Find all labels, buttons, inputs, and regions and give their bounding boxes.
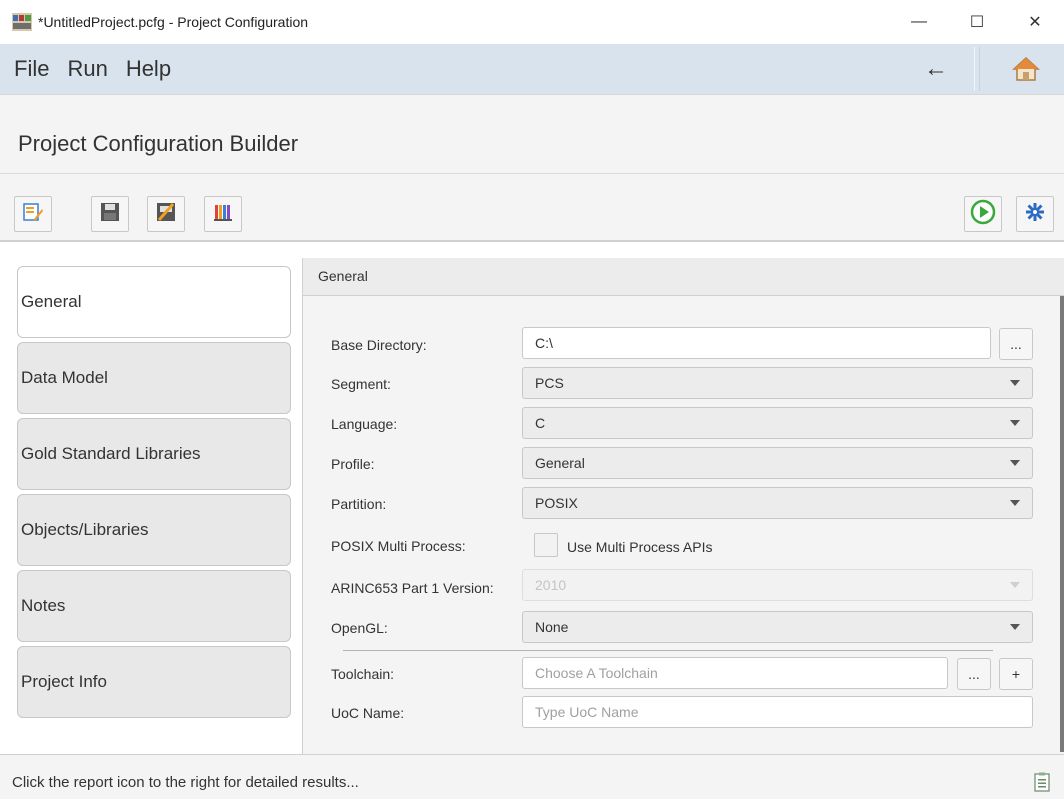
validate-icon [155, 201, 177, 228]
uoc-name-input[interactable]: Type UoC Name [522, 696, 1033, 728]
section-title: General [318, 268, 368, 284]
profile-select[interactable]: General [522, 447, 1033, 479]
menu-help[interactable]: Help [126, 56, 171, 82]
minimize-button[interactable]: — [890, 0, 948, 44]
uoc-name-label: UoC Name: [331, 705, 405, 721]
edit-config-button[interactable] [14, 196, 52, 232]
arinc-version-select[interactable]: 2010 [522, 569, 1033, 601]
validate-button[interactable] [147, 196, 185, 232]
menu-run[interactable]: Run [67, 56, 107, 82]
toolchain-label: Toolchain: [331, 666, 395, 682]
language-value: C [535, 415, 546, 431]
base-directory-value: C:\ [535, 335, 553, 351]
language-select[interactable]: C [522, 407, 1033, 439]
arinc-version-value: 2010 [535, 577, 567, 593]
header-divider [0, 173, 1064, 174]
partition-select[interactable]: POSIX [522, 487, 1033, 519]
run-button[interactable] [964, 196, 1002, 232]
settings-button[interactable] [1016, 196, 1054, 232]
report-chart-button[interactable] [204, 196, 242, 232]
profile-label: Profile: [331, 456, 375, 472]
toolbar [0, 186, 1064, 242]
chevron-down-icon [998, 612, 1032, 642]
back-arrow-icon[interactable]: ← [916, 49, 956, 89]
nav-gold-standard-libraries[interactable]: Gold Standard Libraries [17, 418, 291, 490]
field-divider [343, 650, 993, 651]
use-multi-process-checkbox[interactable] [534, 533, 558, 557]
report-icon[interactable] [1034, 772, 1050, 792]
app-icon [12, 13, 32, 31]
base-directory-input[interactable]: C:\ [522, 327, 991, 359]
toolchain-browse-button[interactable]: ... [957, 658, 991, 690]
chevron-down-icon [998, 408, 1032, 438]
page-title: Project Configuration Builder [18, 131, 299, 156]
segment-label: Segment: [331, 376, 391, 392]
report-chart-icon [212, 201, 234, 228]
partition-label: Partition: [331, 496, 387, 512]
status-bar: Click the report icon to the right for d… [0, 754, 1064, 799]
chevron-down-icon [998, 368, 1032, 398]
toolchain-add-button[interactable]: + [999, 658, 1033, 690]
chevron-down-icon [998, 570, 1032, 600]
base-directory-label: Base Directory: [331, 337, 427, 353]
menu-separator [974, 47, 980, 91]
save-button[interactable] [91, 196, 129, 232]
nav-project-info[interactable]: Project Info [17, 646, 291, 718]
nav-general[interactable]: General [17, 266, 291, 338]
maximize-button[interactable]: ☐ [948, 0, 1006, 44]
toolchain-placeholder: Choose A Toolchain [535, 665, 658, 681]
save-icon [99, 201, 121, 228]
close-button[interactable]: ✕ [1006, 0, 1064, 44]
toolchain-input[interactable]: Choose A Toolchain [522, 657, 948, 689]
status-text: Click the report icon to the right for d… [12, 774, 359, 791]
scrollbar[interactable] [1060, 296, 1064, 752]
nav-objects-libraries[interactable]: Objects/Libraries [17, 494, 291, 566]
general-panel: General Base Directory: C:\ ... Segment:… [302, 258, 1064, 754]
page-header: Project Configuration Builder [0, 94, 1064, 186]
menu-file[interactable]: File [14, 56, 49, 82]
use-multi-process-label[interactable]: Use Multi Process APIs [567, 539, 713, 555]
opengl-label: OpenGL: [331, 620, 388, 636]
nav-notes[interactable]: Notes [17, 570, 291, 642]
opengl-select[interactable]: None [522, 611, 1033, 643]
segment-value: PCS [535, 375, 564, 391]
left-nav: General Data Model Gold Standard Librari… [0, 244, 300, 754]
posix-multi-process-label: POSIX Multi Process: [331, 538, 466, 554]
edit-config-icon [22, 201, 44, 228]
profile-value: General [535, 455, 585, 471]
chevron-down-icon [998, 448, 1032, 478]
base-directory-browse-button[interactable]: ... [999, 328, 1033, 360]
partition-value: POSIX [535, 495, 578, 511]
arinc-version-label: ARINC653 Part 1 Version: [331, 580, 494, 596]
language-label: Language: [331, 416, 398, 432]
menu-bar: File Run Help ← [0, 44, 1064, 94]
section-header: General [303, 258, 1064, 296]
uoc-name-placeholder: Type UoC Name [535, 704, 639, 720]
settings-gear-icon [1024, 201, 1046, 228]
chevron-down-icon [998, 488, 1032, 518]
window-title: *UntitledProject.pcfg - Project Configur… [38, 14, 309, 30]
opengl-value: None [535, 619, 569, 635]
home-icon[interactable] [1012, 55, 1040, 83]
segment-select[interactable]: PCS [522, 367, 1033, 399]
run-icon [970, 199, 996, 230]
nav-data-model[interactable]: Data Model [17, 342, 291, 414]
title-bar: *UntitledProject.pcfg - Project Configur… [0, 0, 1064, 44]
